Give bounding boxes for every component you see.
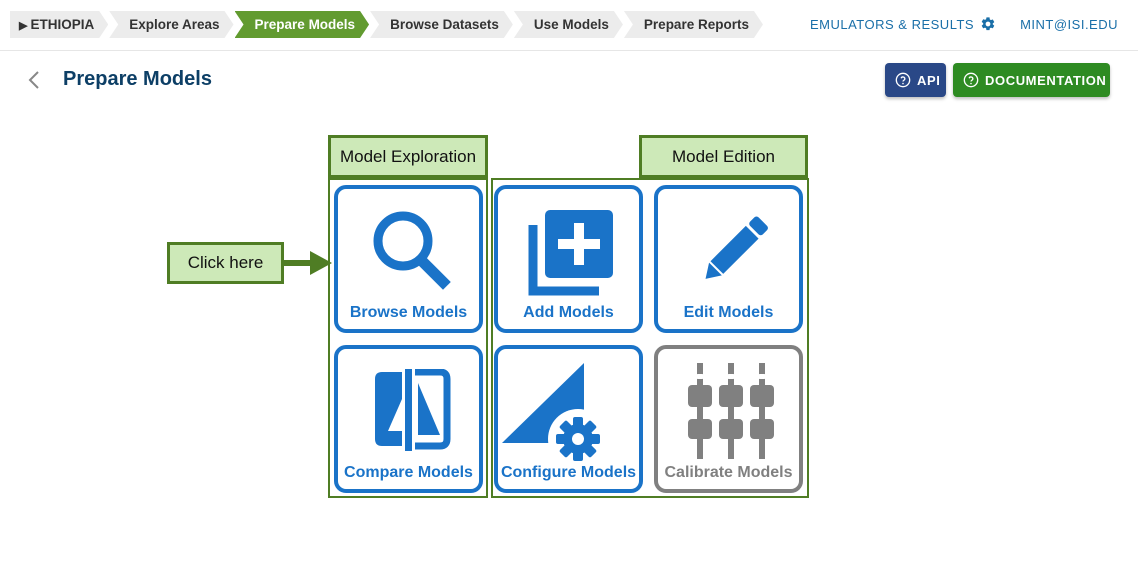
api-button-label: API — [917, 72, 941, 88]
calibrate-models-tile[interactable]: Calibrate Models — [654, 345, 803, 493]
breadcrumb-item-region[interactable]: ▶ ETHIOPIA — [10, 11, 108, 38]
breadcrumb-item-prepare-models[interactable]: Prepare Models — [235, 11, 370, 38]
help-circle-icon — [895, 72, 911, 88]
model-exploration-annotation: Model Exploration — [328, 135, 488, 178]
compare-models-label: Compare Models — [344, 464, 473, 481]
sliders-icon — [688, 363, 774, 459]
edit-models-tile[interactable]: Edit Models — [654, 185, 803, 333]
emulators-results-link[interactable]: EMULATORS & RESULTS — [810, 17, 974, 32]
breadcrumb-item-explore-areas[interactable]: Explore Areas — [109, 11, 233, 38]
api-button[interactable]: API — [885, 63, 946, 97]
user-account-link[interactable]: MINT@ISI.EDU — [1020, 17, 1118, 32]
add-models-label: Add Models — [523, 304, 614, 321]
caret-right-icon: ▶ — [19, 20, 28, 32]
documentation-button-label: DOCUMENTATION — [985, 72, 1107, 88]
click-here-annotation: Click here — [167, 242, 284, 284]
edit-models-label: Edit Models — [683, 304, 774, 321]
breadcrumb-label: Prepare Reports — [643, 17, 749, 32]
model-edition-annotation: Model Edition — [639, 135, 808, 178]
header-links: EMULATORS & RESULTS MINT@ISI.EDU — [810, 16, 1118, 32]
top-navigation-bar: ▶ ETHIOPIA Explore Areas Prepare Models B… — [0, 0, 1138, 51]
breadcrumb: ▶ ETHIOPIA Explore Areas Prepare Models B… — [10, 11, 764, 38]
browse-models-label: Browse Models — [349, 304, 468, 321]
breadcrumb-label: Explore Areas — [129, 17, 220, 32]
compare-icon — [375, 369, 451, 451]
breadcrumb-item-browse-datasets[interactable]: Browse Datasets — [370, 11, 513, 38]
configure-models-tile[interactable]: Configure Models — [494, 345, 643, 493]
breadcrumb-item-use-models[interactable]: Use Models — [514, 11, 623, 38]
arrow-right-icon — [284, 251, 332, 275]
help-circle-icon — [963, 72, 979, 88]
add-models-tile[interactable]: Add Models — [494, 185, 643, 333]
configure-models-label: Configure Models — [500, 464, 637, 481]
page-title: Prepare Models — [63, 68, 212, 90]
breadcrumb-label: Prepare Models — [254, 17, 356, 32]
back-chevron-icon[interactable] — [26, 70, 44, 90]
pencil-icon — [705, 216, 768, 279]
breadcrumb-label: Use Models — [533, 17, 609, 32]
breadcrumb-label: Browse Datasets — [390, 17, 499, 32]
breadcrumb-label: ETHIOPIA — [30, 17, 95, 32]
gear-icon[interactable] — [980, 16, 996, 32]
compare-models-tile[interactable]: Compare Models — [334, 345, 483, 493]
add-box-icon — [528, 210, 613, 296]
documentation-button[interactable]: DOCUMENTATION — [953, 63, 1110, 97]
breadcrumb-item-prepare-reports[interactable]: Prepare Reports — [624, 11, 763, 38]
calibrate-models-label: Calibrate Models — [664, 464, 793, 481]
browse-models-tile[interactable]: Browse Models — [334, 185, 483, 333]
configure-icon — [502, 363, 608, 469]
search-icon — [373, 211, 451, 290]
